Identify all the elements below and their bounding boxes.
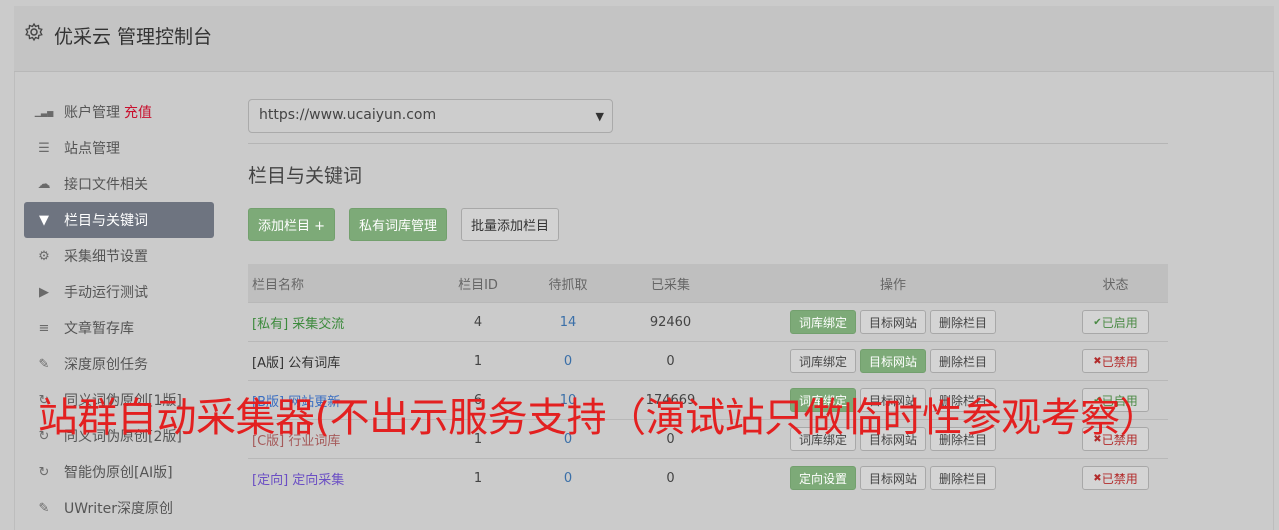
sidebar-item[interactable]: ≡ 文章暂存库 <box>24 310 214 346</box>
row-wait: 14 <box>559 314 577 330</box>
target-site-button[interactable]: 目标网站 <box>859 310 926 334</box>
table-header: 栏目名称 栏目ID 待抓取 已采集 操作 状态 <box>248 264 1168 302</box>
play-circle-icon: ▶ <box>39 284 49 300</box>
row-tag: [定向] <box>252 472 289 488</box>
database-icon: ≡ <box>38 320 50 336</box>
delete-column-button[interactable]: 删除栏目 <box>930 466 997 490</box>
table-row: [定向] 定向采集 1 0 0 定向设置 目标网站 删除栏目 ✖ 已禁用 <box>248 458 1168 497</box>
recharge-link[interactable]: 充值 <box>124 102 152 122</box>
delete-column-button[interactable]: 删除栏目 <box>930 349 997 373</box>
bind-lib-button[interactable]: 词库绑定 <box>789 349 856 373</box>
sidebar-item[interactable]: ☰ 站点管理 <box>24 130 214 166</box>
close-icon: ✖ <box>1093 472 1102 484</box>
row-name-cell[interactable]: [定向] 定向采集 <box>248 469 438 488</box>
row-wait: 0 <box>563 470 573 486</box>
sidebar-item-label: 账户管理 <box>64 105 120 121</box>
edit-icon: ✎ <box>38 500 50 516</box>
status-toggle-button[interactable]: ✖ 已禁用 <box>1082 349 1149 373</box>
status-toggle-button[interactable]: ✔ 已启用 <box>1082 310 1149 334</box>
row-id: 1 <box>473 353 483 369</box>
sidebar-item-label: 接口文件相关 <box>64 177 148 193</box>
sidebar: ▁▃▅ 账户管理 充值 ☰ 站点管理 ☁ 接口文件相关 ▼ 栏目与关键词 ⚙ 采集细节设置 ▶ 手动运行… <box>24 94 214 526</box>
sidebar-item[interactable]: ✎ UWriter深度原创 <box>24 490 214 526</box>
row-ops: 定向设置 目标网站 删除栏目 <box>723 466 1063 490</box>
col-header-name: 栏目名称 <box>252 277 305 293</box>
bind-lib-button[interactable]: 词库绑定 <box>789 310 856 334</box>
columns-table: 栏目名称 栏目ID 待抓取 已采集 操作 状态 [私有] 采集交流 4 14 9246… <box>248 264 1168 497</box>
row-name: 采集交流 <box>292 316 345 332</box>
row-status: ✖ 已禁用 <box>1063 349 1168 373</box>
row-ops: 词库绑定 目标网站 删除栏目 <box>723 349 1063 373</box>
sidebar-item-label: 栏目与关键词 <box>64 213 148 229</box>
table-row: [A版] 公有词库 1 0 0 词库绑定 目标网站 删除栏目 ✖ 已禁用 <box>248 341 1168 380</box>
table-row: [私有] 采集交流 4 14 92460 词库绑定 目标网站 删除栏目 ✔ 已启用 <box>248 302 1168 341</box>
bind-lib-button[interactable]: 定向设置 <box>789 466 856 490</box>
row-ops: 词库绑定 目标网站 删除栏目 <box>723 310 1063 334</box>
sidebar-item-label: 深度原创任务 <box>64 357 148 373</box>
gears-icon: ⚙ <box>38 248 50 264</box>
batch-add-button[interactable]: 批量添加栏目 <box>461 208 560 241</box>
site-select-value: https://www.ucaiyun.com <box>259 107 437 123</box>
cloud-upload-icon: ☁ <box>37 176 51 192</box>
row-tag: [A版] <box>252 355 285 371</box>
row-wait: 0 <box>563 353 573 369</box>
row-done: 0 <box>666 470 675 486</box>
row-id: 4 <box>473 314 483 330</box>
chevron-down-icon: ▼ <box>595 110 604 123</box>
sidebar-item-label: 采集细节设置 <box>64 249 148 265</box>
sync-icon: ↻ <box>38 464 50 480</box>
row-status: ✖ 已禁用 <box>1063 466 1168 490</box>
sidebar-item[interactable]: ⚙ 采集细节设置 <box>24 238 214 274</box>
sidebar-item-label: 智能伪原创[AI版] <box>64 465 173 481</box>
sidebar-item-label: 文章暂存库 <box>64 321 134 337</box>
toolbar: 添加栏目 + 私有词库管理 批量添加栏目 <box>248 208 573 241</box>
status-toggle-button[interactable]: ✖ 已禁用 <box>1082 466 1149 490</box>
row-id: 1 <box>473 470 483 486</box>
filter-icon: ▼ <box>39 212 49 228</box>
gear-icon <box>25 22 43 42</box>
row-name-cell[interactable]: [私有] 采集交流 <box>248 313 438 332</box>
sidebar-item[interactable]: ▁▃▅ 账户管理 充值 <box>24 94 214 130</box>
section-title: 栏目与关键词 <box>248 165 363 187</box>
target-site-button[interactable]: 目标网站 <box>859 466 926 490</box>
col-header-id: 栏目ID <box>458 277 498 293</box>
private-lib-button[interactable]: 私有词库管理 <box>349 208 448 241</box>
top-bar: 优采云 管理控制台 <box>14 6 1274 72</box>
edit-icon: ✎ <box>38 356 50 372</box>
close-icon: ✖ <box>1093 355 1102 367</box>
sidebar-item[interactable]: ▼ 栏目与关键词 <box>24 202 214 238</box>
bar-chart-icon: ▁▃▅ <box>34 107 54 117</box>
status-label: 已禁用 <box>1101 354 1138 369</box>
col-header-status: 状态 <box>1102 277 1129 293</box>
row-done: 0 <box>666 353 675 369</box>
col-header-done: 已采集 <box>650 277 690 293</box>
add-column-button[interactable]: 添加栏目 + <box>248 208 336 241</box>
row-name-cell[interactable]: [A版] 公有词库 <box>248 352 438 371</box>
row-done: 92460 <box>649 314 692 330</box>
sidebar-item[interactable]: ✎ 深度原创任务 <box>24 346 214 382</box>
check-icon: ✔ <box>1093 316 1102 328</box>
row-status: ✔ 已启用 <box>1063 310 1168 334</box>
row-tag: [私有] <box>252 316 289 332</box>
sidebar-item[interactable]: ↻ 智能伪原创[AI版] <box>24 454 214 490</box>
status-label: 已启用 <box>1101 315 1138 330</box>
sidebar-item-label: 站点管理 <box>64 141 120 157</box>
sidebar-item-label: UWriter深度原创 <box>64 501 173 517</box>
col-header-wait: 待抓取 <box>548 277 588 293</box>
sidebar-item[interactable]: ▶ 手动运行测试 <box>24 274 214 310</box>
sidebar-item[interactable]: ☁ 接口文件相关 <box>24 166 214 202</box>
page-title: 优采云 管理控制台 <box>54 26 213 48</box>
main-content: https://www.ucaiyun.com ▼ 栏目与关键词 添加栏目 + … <box>248 99 1168 490</box>
row-name: 定向采集 <box>292 472 345 488</box>
watermark-overlay: 站群自动采集器(不出示服务支持（演试站只做临时性参观考察） <box>38 395 1160 441</box>
server-icon: ☰ <box>38 140 50 156</box>
target-site-button[interactable]: 目标网站 <box>859 349 926 373</box>
row-name: 公有词库 <box>288 355 341 371</box>
site-select[interactable]: https://www.ucaiyun.com ▼ <box>248 99 613 133</box>
status-label: 已禁用 <box>1101 471 1138 486</box>
divider <box>248 143 1168 144</box>
col-header-ops: 操作 <box>879 277 906 293</box>
sidebar-item-label: 手动运行测试 <box>64 285 148 301</box>
delete-column-button[interactable]: 删除栏目 <box>930 310 997 334</box>
